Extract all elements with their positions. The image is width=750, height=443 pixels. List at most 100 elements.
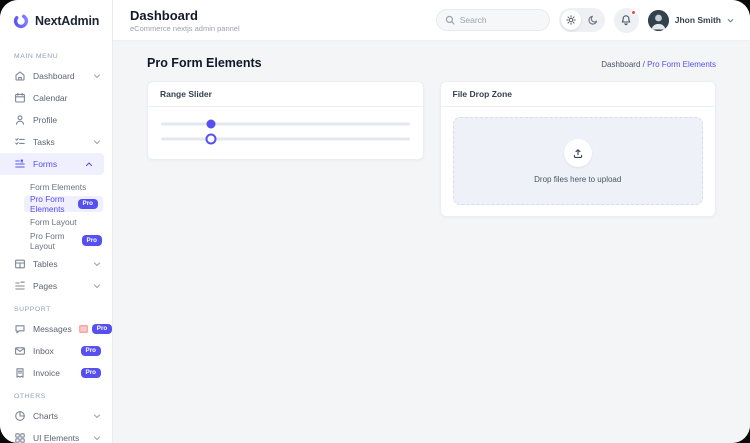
- top-header: Dashboard eCommerce nextjs admin pannel: [113, 0, 750, 41]
- chevron-down-icon: [93, 72, 101, 80]
- brand-logo-icon: [13, 13, 29, 29]
- table-icon: [14, 258, 26, 270]
- file-dropzone[interactable]: Drop files here to upload: [452, 117, 703, 205]
- submenu-item-label: Pro Form Elements: [30, 194, 65, 214]
- upload-icon: [572, 147, 584, 159]
- envelope-icon: [14, 345, 26, 357]
- brand-name: NextAdmin: [35, 13, 100, 28]
- sidebar-item-inbox[interactable]: Inbox Pro: [0, 340, 112, 362]
- sidebar-item-label: Messages: [33, 324, 72, 334]
- submenu-item-label: Form Elements: [30, 181, 87, 192]
- sidebar-item-label: Charts: [33, 411, 59, 421]
- file-drop-zone-card: File Drop Zone Drop files here to upload: [439, 81, 716, 217]
- pie-chart-icon: [14, 410, 26, 422]
- submenu-item-form-layout[interactable]: Form Layout: [0, 212, 112, 231]
- grid-icon: [14, 432, 26, 443]
- sidebar-item-label: Dashboard: [33, 71, 75, 81]
- sidebar-item-label: Pages: [33, 281, 58, 291]
- dark-mode-button[interactable]: [583, 10, 603, 30]
- sidebar-nav: MAIN MENU Dashboard Calendar Profile Tas…: [0, 41, 112, 443]
- sidebar-item-messages[interactable]: Messages Pro: [0, 318, 112, 340]
- sidebar-item-tasks[interactable]: Tasks: [0, 131, 112, 153]
- pro-badge: Pro: [81, 235, 102, 246]
- submenu-item-label: Form Layout: [30, 216, 77, 227]
- bell-icon: [620, 14, 632, 26]
- slider-track[interactable]: [161, 122, 410, 125]
- pro-badge: Pro: [91, 323, 112, 335]
- chevron-down-icon: [93, 138, 101, 146]
- moon-icon: [588, 15, 598, 25]
- sidebar-item-pages[interactable]: Pages: [0, 275, 112, 297]
- sun-icon: [566, 15, 576, 25]
- upload-circle: [563, 138, 592, 167]
- range-slider-card: Range Slider: [147, 81, 424, 160]
- sidebar-item-label: Calendar: [33, 93, 68, 103]
- sidebar-item-calendar[interactable]: Calendar: [0, 87, 112, 109]
- pro-badge: Pro: [80, 367, 101, 379]
- main-content: Pro Form Elements Dashboard / Pro Form E…: [113, 41, 750, 443]
- sidebar-item-charts[interactable]: Charts: [0, 405, 112, 427]
- header-titles: Dashboard eCommerce nextjs admin pannel: [130, 8, 240, 33]
- sidebar-item-forms[interactable]: Forms: [0, 153, 104, 175]
- brand-logo[interactable]: NextAdmin: [0, 0, 112, 41]
- breadcrumb-current: Pro Form Elements: [647, 60, 716, 69]
- chevron-down-icon: [93, 434, 101, 442]
- range-slider-2[interactable]: [161, 131, 410, 146]
- sidebar-item-label: Tables: [33, 259, 58, 269]
- page-title: Pro Form Elements: [147, 56, 262, 70]
- chevron-down-icon: [93, 412, 101, 420]
- dropzone-text: Drop files here to upload: [534, 174, 622, 184]
- home-icon: [14, 70, 26, 82]
- notifications-button[interactable]: [613, 7, 639, 33]
- file-drop-zone-card-title: File Drop Zone: [440, 82, 715, 107]
- sidebar-item-label: Forms: [33, 159, 58, 169]
- section-label-support: SUPPORT: [14, 306, 51, 313]
- breadcrumb: Dashboard / Pro Form Elements: [601, 60, 716, 69]
- pages-icon: [14, 280, 26, 292]
- form-icon: [14, 158, 26, 170]
- pro-badge: Pro: [80, 345, 101, 357]
- calendar-icon: [14, 92, 26, 104]
- search-box: [435, 9, 550, 31]
- breadcrumb-dashboard-link[interactable]: Dashboard: [601, 60, 640, 69]
- app-window: NextAdmin MAIN MENU Dashboard Calendar P…: [0, 0, 750, 443]
- range-slider-1[interactable]: [161, 116, 410, 131]
- sidebar-item-label: UI Elements: [33, 433, 80, 443]
- chevron-up-icon: [85, 160, 93, 168]
- sidebar-item-ui-elements[interactable]: UI Elements: [0, 427, 112, 443]
- notification-dot: [630, 9, 636, 15]
- sidebar: NextAdmin MAIN MENU Dashboard Calendar P…: [0, 0, 113, 443]
- header-subtitle: eCommerce nextjs admin pannel: [130, 23, 240, 33]
- range-slider-thumb-filled[interactable]: [206, 119, 216, 128]
- sidebar-item-tables[interactable]: Tables: [0, 253, 112, 275]
- messages-unread-badge: [78, 324, 88, 333]
- sidebar-item-invoice[interactable]: Invoice Pro: [0, 362, 112, 384]
- light-mode-button[interactable]: [560, 10, 581, 30]
- sidebar-item-label: Profile: [33, 115, 58, 125]
- header-title: Dashboard: [130, 7, 198, 23]
- avatar: [647, 9, 669, 31]
- invoice-icon: [14, 367, 26, 379]
- sidebar-item-profile[interactable]: Profile: [0, 109, 112, 131]
- range-slider-thumb-ring[interactable]: [205, 133, 217, 144]
- user-menu[interactable]: Jhon Smith: [647, 9, 734, 31]
- sidebar-item-label: Inbox: [33, 346, 54, 356]
- slider-track[interactable]: [161, 137, 410, 140]
- forms-submenu: Form Elements Pro Form Elements Pro Form…: [0, 175, 112, 253]
- user-icon: [14, 114, 26, 126]
- pro-badge: Pro: [77, 198, 98, 210]
- sidebar-item-label: Invoice: [33, 368, 60, 378]
- submenu-item-label: Pro Form Layout: [30, 230, 65, 251]
- submenu-item-pro-form-layout[interactable]: Pro Form Layout Pro: [0, 230, 112, 251]
- chat-icon: [14, 323, 26, 335]
- search-icon: [445, 15, 455, 25]
- sidebar-item-dashboard[interactable]: Dashboard: [0, 65, 112, 87]
- checklist-icon: [14, 136, 26, 148]
- chevron-down-icon: [93, 260, 101, 268]
- sidebar-item-label: Tasks: [33, 137, 55, 147]
- submenu-item-pro-form-elements[interactable]: Pro Form Elements Pro: [24, 194, 103, 214]
- section-label-others: OTHERS: [14, 393, 46, 400]
- theme-toggle: [558, 8, 605, 32]
- range-slider-card-title: Range Slider: [148, 82, 423, 107]
- search-input[interactable]: [459, 15, 541, 25]
